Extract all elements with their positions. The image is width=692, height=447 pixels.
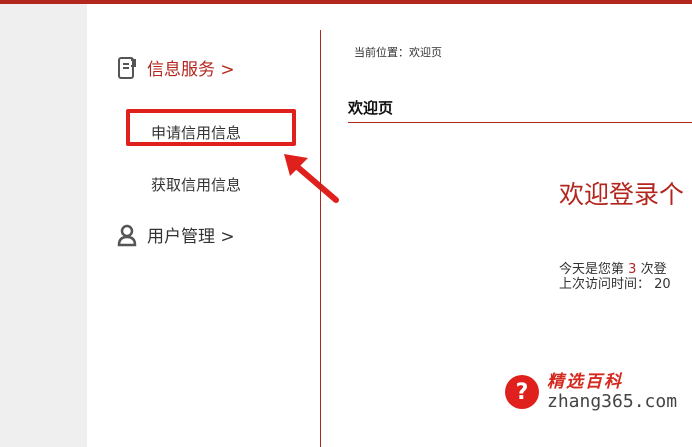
left-gutter [0, 4, 87, 447]
highlight-box-annotation [126, 109, 296, 146]
last-visit-time: 上次访问时间： 20 [559, 277, 671, 292]
sidebar-item-get-credit-info[interactable]: 获取信用信息 [151, 174, 241, 195]
user-icon [117, 223, 137, 247]
watermark-brand: 精选百科 [547, 372, 623, 392]
nav-group-info-service[interactable]: 信息服务 > [117, 55, 235, 80]
title-divider [348, 122, 692, 123]
nav-group-user-management[interactable]: 用户管理 > [117, 222, 235, 247]
watermark-url: zhang365.com [547, 391, 678, 412]
welcome-heading: 欢迎登录个 [559, 180, 685, 209]
document-icon [117, 56, 137, 80]
breadcrumb: 当前位置：欢迎页 [354, 46, 442, 59]
sidebar: 信息服务 > 申请信用信息 获取信用信息 用户管理 > [87, 4, 320, 447]
nav-group-label: 用户管理 > [147, 227, 235, 247]
page-title: 欢迎页 [348, 99, 394, 117]
nav-group-label: 信息服务 > [147, 60, 235, 80]
question-mark-icon: ? [505, 375, 539, 409]
watermark: ? 精选百科 zhang365.com [505, 372, 677, 412]
